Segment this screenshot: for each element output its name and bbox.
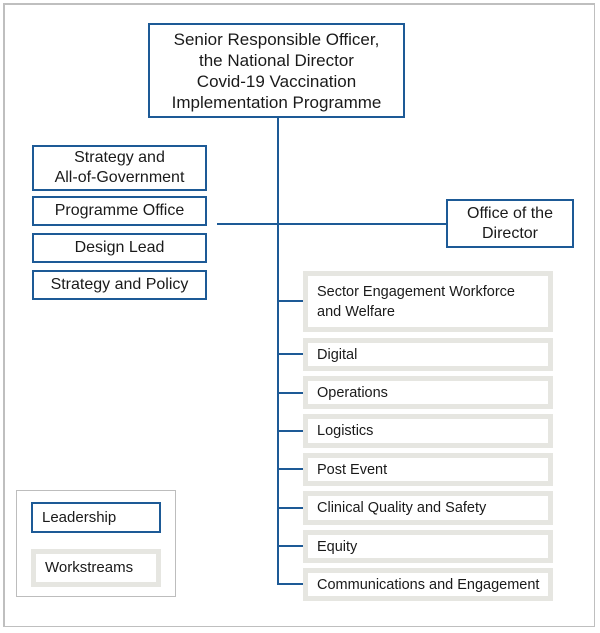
workstream-digital: Digital xyxy=(303,338,553,371)
connector-horizontal-left-right xyxy=(217,223,447,225)
workstream-label: Communications and Engagement xyxy=(317,576,540,593)
legend-workstreams-label: Workstreams xyxy=(45,559,134,576)
unit-label: Strategy and Policy xyxy=(50,276,189,293)
design-lead-box: Design Lead xyxy=(32,233,207,263)
unit-label: Programme Office xyxy=(54,202,185,219)
workstream-label-line: Sector Engagement Workforce xyxy=(317,283,515,300)
senior-responsible-officer-box: Senior Responsible Officer, the National… xyxy=(148,23,405,118)
connector-workstream xyxy=(278,430,304,432)
unit-label: Design Lead xyxy=(74,239,165,256)
workstream-label: Logistics xyxy=(317,423,374,439)
strategy-and-policy-box: Strategy and Policy xyxy=(32,270,207,300)
connector-workstream xyxy=(278,545,304,547)
legend-leadership-swatch: Leadership xyxy=(31,502,161,533)
workstream-label: Equity xyxy=(317,538,358,555)
workstream-post-event: Post Event xyxy=(303,453,553,486)
unit-label-line: Office of the xyxy=(467,204,553,222)
legend-leadership-label: Leadership xyxy=(42,508,117,526)
unit-label-line: All-of-Government xyxy=(54,169,185,186)
connector-workstream xyxy=(278,583,304,585)
office-of-the-director-box: Office of the Director xyxy=(446,199,574,248)
workstream-communications-engagement: Communications and Engagement xyxy=(303,568,553,601)
top-box-line: Senior Responsible Officer, xyxy=(173,29,380,49)
programme-office-box: Programme Office xyxy=(32,196,207,226)
workstream-equity: Equity xyxy=(303,530,553,563)
connector-vertical-trunk xyxy=(277,118,279,585)
workstream-label: Operations xyxy=(317,384,388,401)
workstream-clinical-quality-safety: Clinical Quality and Safety xyxy=(303,491,553,525)
legend: Leadership Workstreams xyxy=(16,490,176,597)
top-box-line: Covid-19 Vaccination xyxy=(196,71,357,91)
workstream-label-line: and Welfare xyxy=(317,303,395,320)
unit-label-line: Strategy and xyxy=(74,149,165,166)
top-box-line: the National Director xyxy=(199,50,354,70)
workstream-label: Clinical Quality and Safety xyxy=(317,500,487,516)
connector-workstream xyxy=(278,507,304,509)
connector-workstream xyxy=(278,468,304,470)
strategy-all-of-government-box: Strategy and All-of-Government xyxy=(32,145,207,191)
workstream-label: Digital xyxy=(317,346,358,363)
connector-workstream xyxy=(278,353,304,355)
workstream-logistics: Logistics xyxy=(303,414,553,448)
connector-workstream xyxy=(278,300,304,302)
connector-workstream xyxy=(278,392,304,394)
unit-label-line: Director xyxy=(481,224,538,242)
legend-workstreams-swatch: Workstreams xyxy=(31,549,161,587)
workstream-label: Post Event xyxy=(317,461,388,478)
workstream-sector-engagement: Sector Engagement Workforce and Welfare xyxy=(303,271,553,332)
workstream-operations: Operations xyxy=(303,376,553,409)
top-box-line: Implementation Programme xyxy=(171,92,382,112)
